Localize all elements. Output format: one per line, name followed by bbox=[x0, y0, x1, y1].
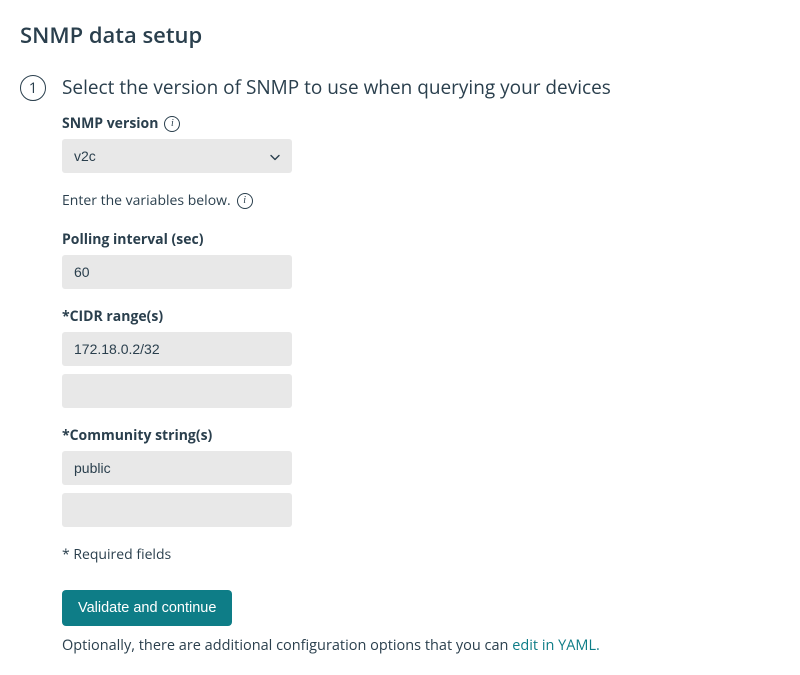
form-body: SNMP version i v2c Enter the variables b… bbox=[62, 114, 780, 655]
snmp-version-field: SNMP version i v2c bbox=[62, 114, 780, 173]
community-input-0[interactable] bbox=[62, 451, 292, 485]
page-title: SNMP data setup bbox=[20, 20, 780, 50]
community-label: *Community string(s) bbox=[62, 426, 780, 445]
validate-continue-button[interactable]: Validate and continue bbox=[62, 590, 232, 626]
snmp-version-select[interactable]: v2c bbox=[62, 139, 292, 173]
cidr-input-1[interactable] bbox=[62, 374, 292, 408]
info-icon[interactable]: i bbox=[164, 116, 180, 132]
step-number-badge: 1 bbox=[20, 75, 46, 101]
footer-prefix: Optionally, there are additional configu… bbox=[62, 636, 512, 655]
polling-interval-field: Polling interval (sec) bbox=[62, 230, 780, 289]
step-content: Select the version of SNMP to use when q… bbox=[62, 74, 780, 655]
cidr-field: *CIDR range(s) bbox=[62, 307, 780, 408]
helper-text: Enter the variables below. bbox=[62, 191, 231, 210]
cidr-input-0[interactable] bbox=[62, 332, 292, 366]
required-fields-note: * Required fields bbox=[62, 545, 780, 564]
community-input-1[interactable] bbox=[62, 493, 292, 527]
helper-text-row: Enter the variables below. i bbox=[62, 191, 780, 210]
snmp-version-select-wrap: v2c bbox=[62, 139, 292, 173]
community-field: *Community string(s) bbox=[62, 426, 780, 527]
footer-text: Optionally, there are additional configu… bbox=[62, 636, 780, 655]
edit-yaml-link[interactable]: edit in YAML. bbox=[512, 636, 600, 655]
snmp-version-label: SNMP version i bbox=[62, 114, 780, 133]
cidr-label: *CIDR range(s) bbox=[62, 307, 780, 326]
step-heading: Select the version of SNMP to use when q… bbox=[62, 74, 780, 100]
snmp-version-label-text: SNMP version bbox=[62, 114, 158, 133]
info-icon[interactable]: i bbox=[237, 193, 253, 209]
polling-interval-input[interactable] bbox=[62, 255, 292, 289]
step-container: 1 Select the version of SNMP to use when… bbox=[20, 74, 780, 655]
polling-interval-label: Polling interval (sec) bbox=[62, 230, 780, 249]
